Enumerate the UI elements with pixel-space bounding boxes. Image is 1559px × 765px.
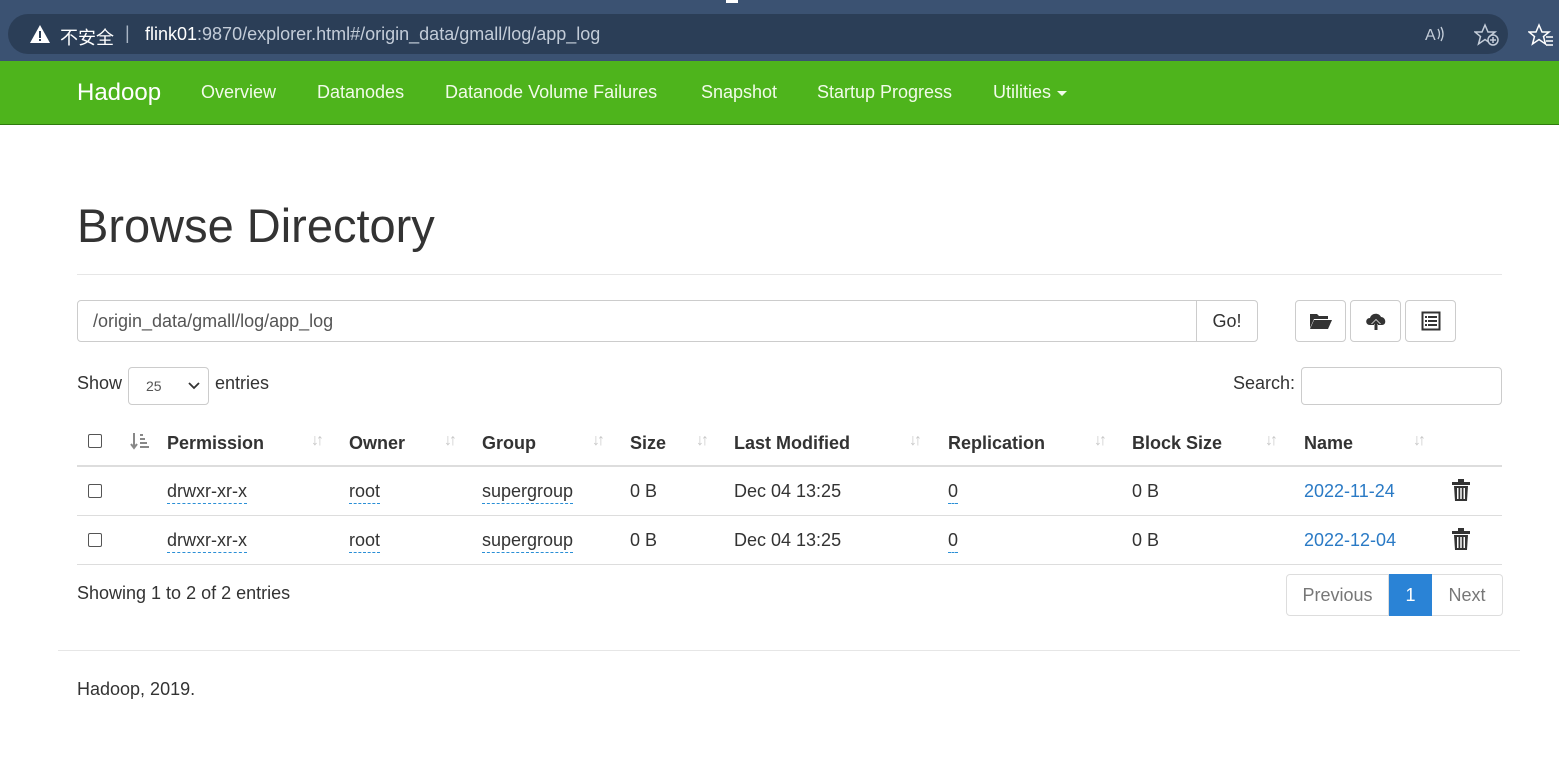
- column-header-group[interactable]: Group: [482, 433, 536, 454]
- modified-cell: Dec 04 13:25: [734, 481, 842, 501]
- cut-paste-button[interactable]: [1405, 300, 1456, 342]
- block-size-cell: 0 B: [1132, 481, 1160, 501]
- search-input[interactable]: [1301, 367, 1502, 405]
- address-separator: |: [125, 23, 130, 43]
- go-button[interactable]: Go!: [1196, 300, 1258, 342]
- upload-button[interactable]: [1350, 300, 1401, 342]
- folder-open-icon: [1309, 314, 1332, 329]
- permission-cell[interactable]: drwxr-xr-x: [167, 481, 247, 504]
- sort-icon[interactable]: ↓↑: [909, 432, 922, 450]
- read-aloud-icon[interactable]: A: [1423, 24, 1447, 44]
- owner-cell[interactable]: root: [349, 530, 381, 553]
- brand-link[interactable]: Hadoop: [77, 79, 161, 107]
- previous-page-button[interactable]: Previous: [1286, 574, 1389, 616]
- sort-icon[interactable]: ↓↑: [444, 432, 457, 450]
- column-header-owner[interactable]: Owner: [349, 433, 405, 454]
- entries-label: entries: [215, 373, 270, 393]
- column-header-name[interactable]: Name: [1304, 433, 1353, 454]
- replication-cell[interactable]: 0: [948, 481, 959, 504]
- column-header-replication[interactable]: Replication: [948, 433, 1045, 454]
- sort-icon[interactable]: ↓↑: [696, 432, 709, 450]
- search-label: Search:: [1233, 373, 1296, 393]
- row-checkbox[interactable]: [88, 533, 102, 547]
- size-cell: 0 B: [630, 530, 658, 550]
- row-checkbox[interactable]: [88, 484, 102, 498]
- tab-indicator: [726, 0, 738, 3]
- chevron-down-icon: [188, 382, 200, 390]
- add-favorite-icon[interactable]: [1474, 23, 1500, 47]
- pagination: Previous 1 Next: [1286, 574, 1503, 616]
- replication-cell[interactable]: 0: [948, 530, 959, 553]
- browser-toolbar: 不安全 | flink01:9870/explorer.html#/origin…: [0, 0, 1559, 61]
- nav-utilities-label: Utilities: [993, 82, 1052, 102]
- column-header-permission[interactable]: Permission: [167, 433, 264, 454]
- nav-startup-progress[interactable]: Startup Progress: [817, 82, 952, 103]
- sort-icon[interactable]: ↓↑: [311, 432, 324, 450]
- select-all-checkbox[interactable]: [88, 434, 102, 448]
- footer-divider: [58, 650, 1520, 651]
- entries-select-value: 25: [146, 378, 162, 394]
- url-host: flink01: [145, 24, 198, 44]
- permission-cell[interactable]: drwxr-xr-x: [167, 530, 247, 553]
- sort-amount-icon[interactable]: [130, 432, 150, 450]
- table-header: Permission ↓↑ Owner ↓↑ Group ↓↑ Size ↓↑ …: [77, 420, 1502, 467]
- owner-cell[interactable]: root: [349, 481, 381, 504]
- footer-text: Hadoop, 2019.: [77, 679, 196, 699]
- caret-down-icon: [1057, 90, 1068, 96]
- nav-datanode-volume-failures[interactable]: Datanode Volume Failures: [445, 82, 657, 103]
- warning-icon[interactable]: [29, 24, 51, 44]
- trash-icon[interactable]: [1452, 479, 1470, 501]
- sort-icon[interactable]: ↓↑: [1413, 432, 1426, 450]
- show-label: Show: [77, 373, 123, 393]
- nav-utilities[interactable]: Utilities: [993, 82, 1068, 103]
- modified-cell: Dec 04 13:25: [734, 530, 842, 550]
- sort-icon[interactable]: ↓↑: [1265, 432, 1278, 450]
- list-alt-icon: [1421, 311, 1440, 331]
- svg-text:A: A: [1425, 27, 1436, 44]
- address-bar[interactable]: 不安全 | flink01:9870/explorer.html#/origin…: [8, 14, 1508, 54]
- insecure-label[interactable]: 不安全: [60, 24, 114, 50]
- create-directory-button[interactable]: [1295, 300, 1346, 342]
- nav-overview[interactable]: Overview: [201, 82, 276, 103]
- column-header-size[interactable]: Size: [630, 433, 666, 454]
- sort-icon[interactable]: ↓↑: [592, 432, 605, 450]
- entries-per-page-select[interactable]: 25: [128, 367, 209, 405]
- nav-snapshot[interactable]: Snapshot: [701, 82, 777, 103]
- table-row: drwxr-xr-x root supergroup 0 B Dec 04 13…: [77, 467, 1502, 516]
- title-divider: [77, 274, 1502, 275]
- url-text[interactable]: flink01:9870/explorer.html#/origin_data/…: [145, 24, 600, 45]
- page-title: Browse Directory: [77, 199, 435, 252]
- directory-path-input[interactable]: [77, 300, 1197, 342]
- column-header-block-size[interactable]: Block Size: [1132, 433, 1222, 454]
- name-link[interactable]: 2022-11-24: [1304, 481, 1395, 502]
- size-cell: 0 B: [630, 481, 658, 501]
- favorites-icon[interactable]: [1528, 23, 1554, 47]
- table-info: Showing 1 to 2 of 2 entries: [77, 583, 291, 603]
- group-cell[interactable]: supergroup: [482, 530, 574, 553]
- page-1-button[interactable]: 1: [1389, 574, 1432, 616]
- url-path: :9870/explorer.html#/origin_data/gmall/l…: [197, 24, 601, 44]
- sort-icon[interactable]: ↓↑: [1094, 432, 1107, 450]
- name-link[interactable]: 2022-12-04: [1304, 530, 1396, 551]
- next-page-button[interactable]: Next: [1432, 574, 1503, 616]
- table-row: drwxr-xr-x root supergroup 0 B Dec 04 13…: [77, 516, 1502, 565]
- nav-datanodes[interactable]: Datanodes: [317, 82, 404, 103]
- top-navbar: Hadoop Overview Datanodes Datanode Volum…: [0, 61, 1559, 125]
- block-size-cell: 0 B: [1132, 530, 1160, 550]
- column-header-last-modified[interactable]: Last Modified: [734, 433, 850, 454]
- trash-icon[interactable]: [1452, 528, 1470, 550]
- cloud-upload-icon: [1365, 313, 1385, 331]
- group-cell[interactable]: supergroup: [482, 481, 574, 504]
